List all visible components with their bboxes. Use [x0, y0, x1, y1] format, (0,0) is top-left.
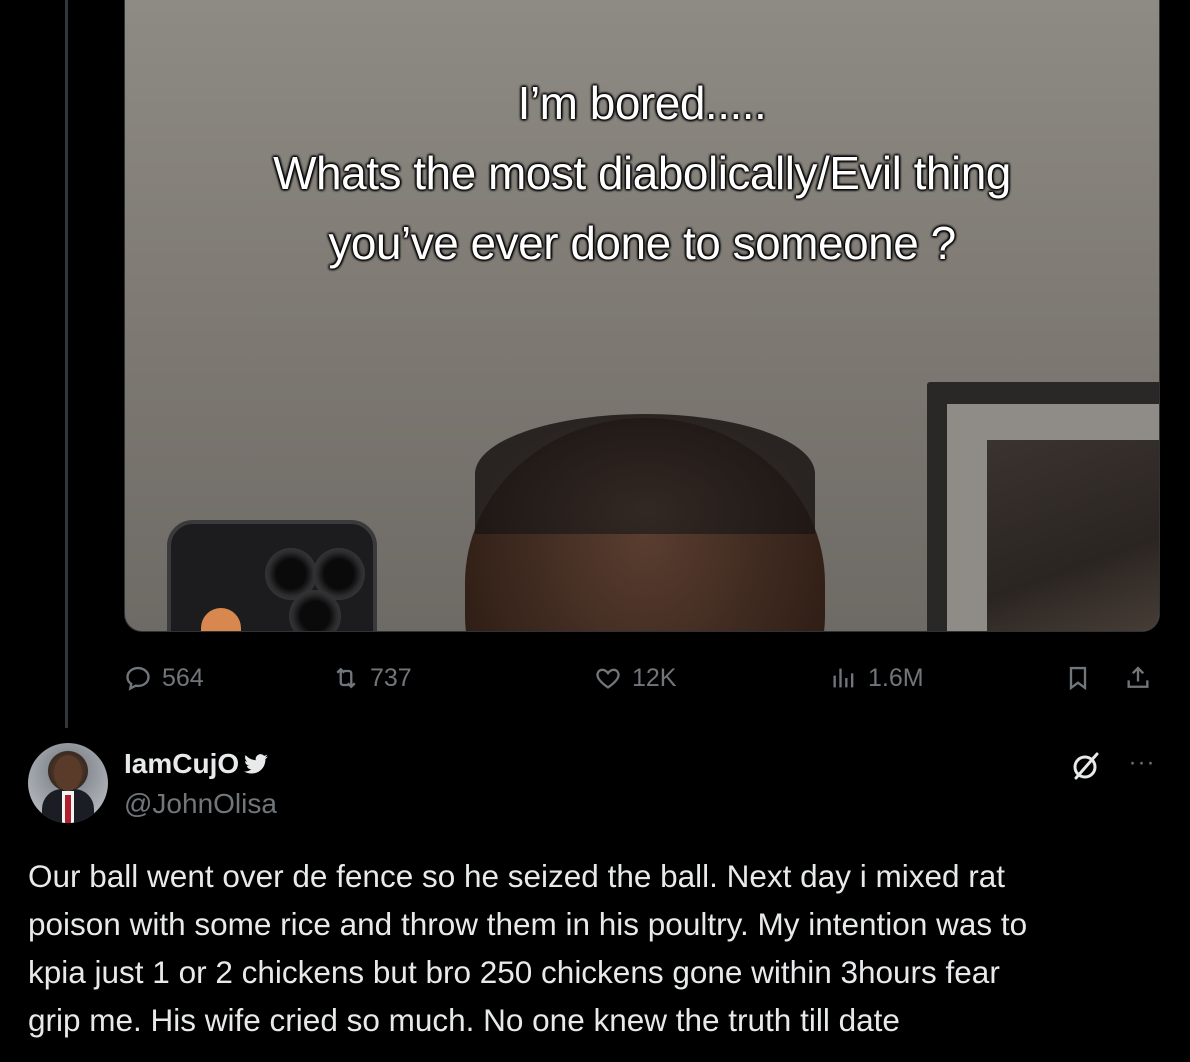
bookmark-button[interactable] [1064, 656, 1092, 700]
reply-bubble-icon [126, 666, 150, 691]
photo-person-hair [475, 414, 815, 534]
like-button[interactable]: 12K [594, 656, 676, 700]
retweet-icon [336, 667, 356, 689]
retweet-button[interactable]: 737 [332, 656, 412, 700]
retweet-count: 737 [370, 663, 412, 692]
avatar[interactable] [28, 743, 108, 823]
like-count: 12K [632, 663, 677, 692]
bird-icon [244, 754, 269, 774]
photo-frame-art [987, 440, 1159, 631]
tweet-thread: I’m bored..... Whats the most diabolical… [0, 0, 1190, 1062]
heart-icon [596, 668, 620, 689]
tweet-text-line: kpia just 1 or 2 chickens but bro 250 ch… [28, 954, 1000, 990]
avatar-tie [65, 795, 71, 823]
reply-button[interactable]: 564 [124, 656, 204, 700]
tweet-action-bar: 564 737 12K 1.6M [124, 656, 1160, 700]
tweet-text-line: grip me. His wife cried so much. No one … [28, 1002, 900, 1038]
user-display-name[interactable]: IamCujO [124, 748, 269, 780]
media-caption-line: you’ve ever done to someone ? [328, 217, 956, 269]
display-name-text: IamCujO [124, 748, 240, 779]
media-caption-line: I’m bored..... [517, 77, 767, 129]
tweet-text-line: poison with some rice and throw them in … [28, 906, 1028, 942]
media-caption: I’m bored..... Whats the most diabolical… [125, 68, 1159, 278]
tweet-text: Our ball went over de fence so he seized… [28, 852, 1168, 1044]
media-caption-line: Whats the most diabolically/Evil thing [273, 147, 1011, 199]
more-dots-icon[interactable]: ··· [1124, 748, 1160, 784]
user-handle[interactable]: @JohnOlisa [124, 788, 277, 820]
views-count: 1.6M [868, 663, 924, 692]
share-icon [1127, 666, 1149, 688]
views-button[interactable]: 1.6M [830, 656, 924, 700]
tweet-media-image[interactable]: I’m bored..... Whats the most diabolical… [124, 0, 1160, 632]
share-button[interactable] [1124, 656, 1152, 700]
avatar-face [54, 755, 82, 791]
reply-count: 564 [162, 663, 204, 692]
grok-icon[interactable] [1068, 748, 1104, 784]
views-bar-chart-icon [833, 668, 854, 688]
tweet-text-line: Our ball went over de fence so he seized… [28, 858, 1006, 894]
bookmark-icon [1069, 666, 1087, 691]
thread-connector-line [65, 0, 68, 728]
